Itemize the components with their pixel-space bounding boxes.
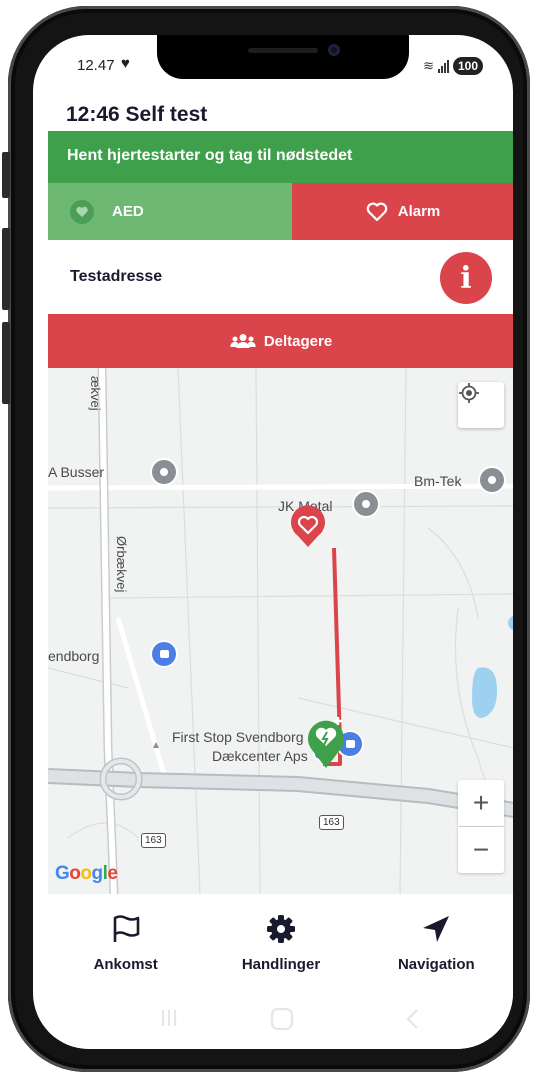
screen: 12.47 ♥ ≋ 100 12:46 Self test Hent hjert… xyxy=(33,35,513,1049)
front-camera xyxy=(328,44,340,56)
signal-icon xyxy=(437,59,449,73)
speaker xyxy=(248,48,318,53)
heart-outline-icon xyxy=(366,202,387,221)
nav-handlinger[interactable]: Handlinger xyxy=(203,894,358,986)
heart-notification-icon: ♥ xyxy=(121,55,130,72)
tab-aed-label: AED xyxy=(112,203,144,220)
volume-down-button xyxy=(2,322,10,404)
tab-row: AED Alarm xyxy=(48,183,513,240)
gear-icon xyxy=(266,915,295,943)
my-location-button[interactable] xyxy=(458,382,504,428)
road-shield-163-b: 163 xyxy=(141,833,166,848)
info-button[interactable]: i xyxy=(440,252,492,304)
address-row: Testadresse i xyxy=(48,240,513,314)
info-icon: i xyxy=(460,260,472,296)
tab-alarm-label: Alarm xyxy=(397,203,441,220)
aed-icon xyxy=(70,199,94,224)
map-label-firststop-2: Dækcenter Aps xyxy=(212,748,308,764)
nav-ankomst-label: Ankomst xyxy=(93,956,158,973)
map-label-bmtek: Bm-Tek xyxy=(414,473,462,489)
nav-navigation[interactable]: Navigation xyxy=(359,894,513,986)
map-label-svendborg: endborg xyxy=(48,648,100,664)
notch xyxy=(157,35,409,79)
recent-apps-icon[interactable] xyxy=(158,1008,180,1028)
zoom-in-button[interactable]: + xyxy=(458,780,504,826)
address-text: Testadresse xyxy=(70,268,163,285)
poi-busser-icon[interactable] xyxy=(152,460,176,484)
map-view[interactable]: ækvej A Busser Bm-Tek JK Metal Ørbækvej … xyxy=(48,368,513,894)
alarm-location-marker-icon[interactable] xyxy=(286,503,330,549)
page-title: 12:46 Self test xyxy=(66,103,208,126)
nav-ankomst[interactable]: Ankomst xyxy=(48,894,203,986)
battery-indicator: 100 xyxy=(452,57,483,75)
status-time: 12.47 xyxy=(77,57,115,74)
nav-handlinger-label: Handlinger xyxy=(241,956,321,973)
map-label-orbaekvej: Ørbækvej xyxy=(114,536,129,593)
crosshair-icon xyxy=(459,383,479,403)
map-canvas xyxy=(48,368,513,894)
instruction-banner: Hent hjertestarter og tag til nødstedet xyxy=(48,131,513,183)
nav-navigation-label: Navigation xyxy=(397,956,475,973)
tab-alarm[interactable]: Alarm xyxy=(292,183,513,240)
status-indicators: ≋ 100 xyxy=(423,57,483,75)
road-shield-163-a: 163 xyxy=(319,815,344,830)
tab-aed[interactable]: AED xyxy=(48,183,292,240)
aed-location-marker-icon[interactable] xyxy=(302,710,350,770)
flag-icon xyxy=(113,915,139,942)
poi-svendborg-shop-icon[interactable] xyxy=(152,642,176,666)
zoom-out-button[interactable]: − xyxy=(458,827,504,873)
users-icon xyxy=(230,334,256,348)
bottom-nav: Ankomst Handlinger Navigation xyxy=(48,894,513,986)
poi-bmtek-icon[interactable] xyxy=(480,468,504,492)
map-label-busser: A Busser xyxy=(48,464,105,480)
wifi-icon: ≋ xyxy=(423,58,434,73)
home-icon[interactable] xyxy=(270,1008,294,1030)
poi-jkmetal-icon[interactable] xyxy=(354,492,378,516)
google-logo: Google xyxy=(55,863,118,884)
participants-button[interactable]: Deltagere xyxy=(48,314,513,368)
minus-icon: − xyxy=(472,834,490,865)
back-icon[interactable] xyxy=(404,1008,422,1030)
volume-up-button xyxy=(2,228,10,310)
android-nav-bar xyxy=(48,986,513,1049)
plus-icon: + xyxy=(472,787,490,818)
map-label-ekvej: ækvej xyxy=(88,376,103,411)
participants-label: Deltagere xyxy=(263,332,333,350)
navigation-arrow-icon xyxy=(423,916,450,942)
mute-switch xyxy=(2,152,10,198)
map-label-firststop-1: First Stop Svendborg xyxy=(172,729,304,745)
